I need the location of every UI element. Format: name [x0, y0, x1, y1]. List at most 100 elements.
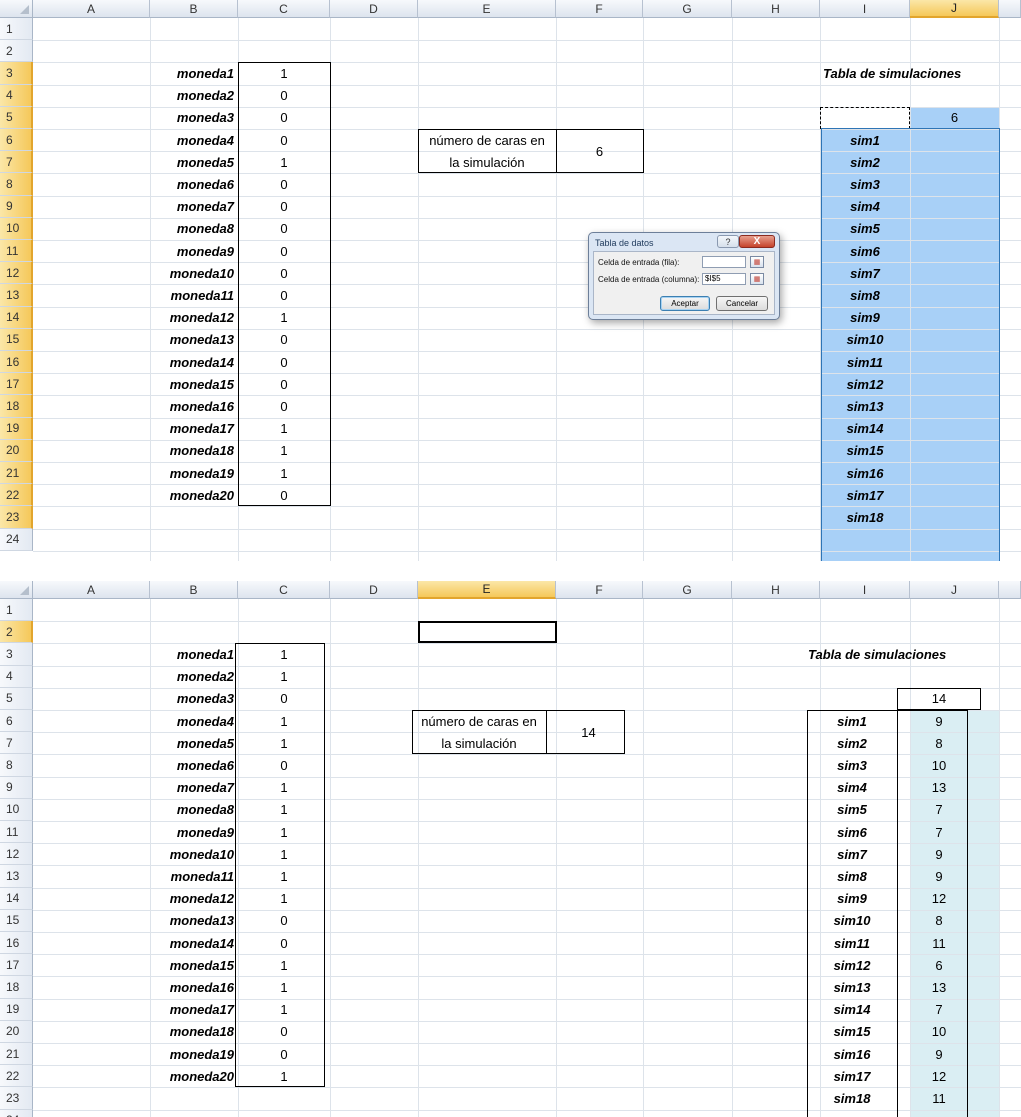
sheet2-column-header-extra[interactable]: [999, 581, 1021, 599]
sheet1-column-header-d[interactable]: D: [330, 0, 418, 18]
sheet1-row-header-14[interactable]: 14: [0, 306, 33, 329]
sim-result-cell[interactable]: 13: [897, 976, 981, 998]
sheet2-row-header-17[interactable]: 17: [0, 954, 33, 977]
sheet1-row-header-4[interactable]: 4: [0, 84, 33, 107]
sheet2-row-header-15[interactable]: 15: [0, 909, 33, 932]
sheet2-column-header-d[interactable]: D: [330, 581, 418, 599]
sheet2-column-header-j[interactable]: J: [910, 581, 999, 599]
sheet1-column-header-extra[interactable]: [999, 0, 1021, 18]
sheet1-row-header-11[interactable]: 11: [0, 240, 33, 263]
sim-result-cell[interactable]: 9: [897, 710, 981, 732]
sim-result-cell[interactable]: 8: [897, 910, 981, 932]
sheet1-row-header-10[interactable]: 10: [0, 217, 33, 240]
sheet2-column-header-a[interactable]: A: [33, 581, 150, 599]
column-range-picker-icon[interactable]: ▦: [750, 273, 764, 285]
sheet2-row-header-19[interactable]: 19: [0, 998, 33, 1021]
heads-total-cell[interactable]: 14: [546, 710, 631, 754]
sheet1-column-header-j[interactable]: J: [910, 0, 999, 18]
sheet1-row-header-24[interactable]: 24: [0, 528, 33, 551]
sim-result-cell[interactable]: 7: [897, 799, 981, 821]
sheet2-column-header-h[interactable]: H: [732, 581, 820, 599]
sheet2-row-header-4[interactable]: 4: [0, 665, 33, 688]
sheet2-row-header-5[interactable]: 5: [0, 687, 33, 710]
sheet1-row-header-6[interactable]: 6: [0, 129, 33, 152]
sheet1-row-header-18[interactable]: 18: [0, 395, 33, 418]
sheet1-row-header-7[interactable]: 7: [0, 151, 33, 174]
sheet2-row-header-13[interactable]: 13: [0, 865, 33, 888]
sheet2-row-header-16[interactable]: 16: [0, 932, 33, 955]
sheet2-column-header-g[interactable]: G: [643, 581, 732, 599]
sheet2-row-header-11[interactable]: 11: [0, 821, 33, 844]
sheet2-row-header-7[interactable]: 7: [0, 732, 33, 755]
sheet2-row-header-3[interactable]: 3: [0, 643, 33, 666]
sheet2-row-header-22[interactable]: 22: [0, 1065, 33, 1088]
sim-result-cell[interactable]: 6: [897, 954, 981, 976]
column-input-field[interactable]: $I$5: [702, 273, 746, 285]
sheet1-row-header-9[interactable]: 9: [0, 195, 33, 218]
help-button[interactable]: ?: [717, 235, 739, 248]
sim-result-cell[interactable]: 7: [897, 999, 981, 1021]
sheet1-row-header-13[interactable]: 13: [0, 284, 33, 307]
sheet2-column-header-c[interactable]: C: [238, 581, 330, 599]
sheet1-row-header-5[interactable]: 5: [0, 106, 33, 129]
sim-result-cell[interactable]: 12: [897, 888, 981, 910]
sim-result-cell[interactable]: 13: [897, 777, 981, 799]
cancel-button[interactable]: Cancelar: [716, 296, 768, 311]
sheet1-row-header-16[interactable]: 16: [0, 351, 33, 374]
sheet1-row-header-21[interactable]: 21: [0, 462, 33, 485]
table-header-cell[interactable]: 14: [897, 688, 981, 710]
sheet1-row-header-17[interactable]: 17: [0, 373, 33, 396]
sheet1-column-header-g[interactable]: G: [643, 0, 732, 18]
sheet1-column-header-a[interactable]: A: [33, 0, 150, 18]
sheet1-column-header-c[interactable]: C: [238, 0, 330, 18]
sim-result-cell[interactable]: 9: [897, 1043, 981, 1065]
sheet1-row-header-2[interactable]: 2: [0, 40, 33, 63]
active-cell[interactable]: [418, 621, 557, 644]
sim-result-cell[interactable]: 7: [897, 821, 981, 843]
sheet2-row-header-23[interactable]: 23: [0, 1087, 33, 1110]
sheet1-row-header-3[interactable]: 3: [0, 62, 33, 85]
sheet1-row-header-8[interactable]: 8: [0, 173, 33, 196]
sheet2-column-header-b[interactable]: B: [150, 581, 238, 599]
sheet1-column-header-b[interactable]: B: [150, 0, 238, 18]
sheet2-row-header-18[interactable]: 18: [0, 976, 33, 999]
sim-result-cell[interactable]: 10: [897, 754, 981, 776]
sheet1-column-header-e[interactable]: E: [418, 0, 556, 18]
sheet2-row-header-9[interactable]: 9: [0, 776, 33, 799]
sheet2-row-header-1[interactable]: 1: [0, 599, 33, 622]
sim-result-cell[interactable]: 8: [897, 732, 981, 754]
sheet1-row-header-23[interactable]: 23: [0, 506, 33, 529]
sheet2-row-header-20[interactable]: 20: [0, 1020, 33, 1043]
sheet2-row-header-21[interactable]: 21: [0, 1043, 33, 1066]
sheet1-row-header-1[interactable]: 1: [0, 18, 33, 41]
sheet2-column-header-e[interactable]: E: [418, 581, 556, 599]
sheet2-row-header-8[interactable]: 8: [0, 754, 33, 777]
sim-result-cell[interactable]: 10: [897, 1021, 981, 1043]
sheet1-row-header-15[interactable]: 15: [0, 328, 33, 351]
sheet2-row-header-24[interactable]: 24: [0, 1109, 33, 1117]
sheet1-row-header-20[interactable]: 20: [0, 439, 33, 462]
sheet1-column-header-h[interactable]: H: [732, 0, 820, 18]
sim-result-cell[interactable]: 9: [897, 843, 981, 865]
heads-total-cell[interactable]: 6: [556, 129, 643, 173]
sheet1-column-header-i[interactable]: I: [820, 0, 910, 18]
sheet2-column-header-i[interactable]: I: [820, 581, 910, 599]
input-cell-marquee[interactable]: [820, 106, 910, 129]
sim-result-cell[interactable]: 9: [897, 865, 981, 887]
sheet2-row-header-2[interactable]: 2: [0, 621, 33, 644]
sim-result-cell[interactable]: 11: [897, 1087, 981, 1109]
sheet2-select-all-corner[interactable]: [0, 581, 33, 599]
sheet1-select-all-corner[interactable]: [0, 0, 33, 18]
sheet2-column-header-f[interactable]: F: [556, 581, 643, 599]
sheet1-column-header-f[interactable]: F: [556, 0, 643, 18]
sheet1-row-header-22[interactable]: 22: [0, 484, 33, 507]
sheet1-row-header-12[interactable]: 12: [0, 262, 33, 285]
sim-result-cell[interactable]: 12: [897, 1065, 981, 1087]
sheet1-row-header-19[interactable]: 19: [0, 417, 33, 440]
sheet2-row-header-6[interactable]: 6: [0, 710, 33, 733]
row-range-picker-icon[interactable]: ▦: [750, 256, 764, 268]
ok-button[interactable]: Aceptar: [660, 296, 710, 311]
sim-result-cell[interactable]: 11: [897, 932, 981, 954]
sheet2-row-header-12[interactable]: 12: [0, 843, 33, 866]
close-button[interactable]: X: [739, 235, 775, 248]
